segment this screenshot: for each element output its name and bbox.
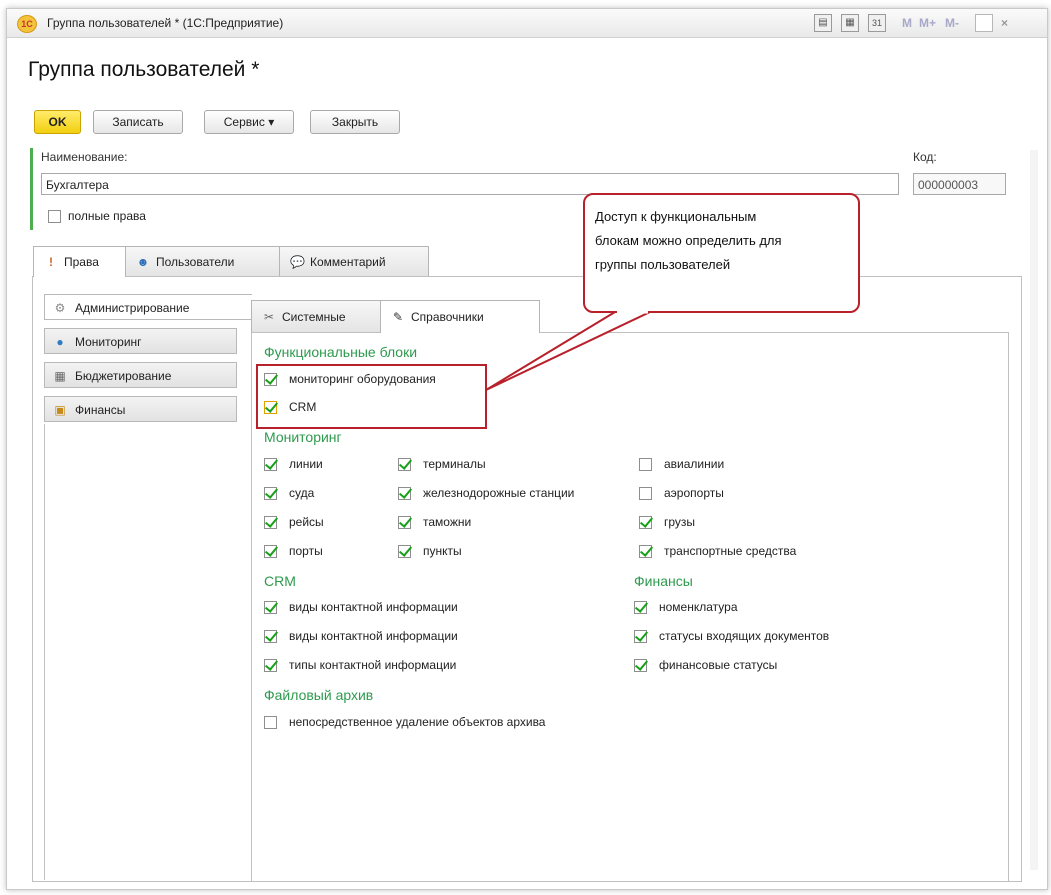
section-file-archive: Файловый архив xyxy=(264,687,374,703)
tab-system[interactable]: ✂ Системные xyxy=(251,300,381,332)
vtab-finance[interactable]: ▣ Финансы xyxy=(44,396,237,422)
label-airlines: авиалинии xyxy=(664,457,725,471)
vtab-administration-label: Администрирование xyxy=(75,301,190,315)
callout-pointer xyxy=(485,310,651,391)
finance-icon: ▣ xyxy=(54,403,66,417)
tab-references-label: Справочники xyxy=(411,310,484,324)
page-title: Группа пользователей * xyxy=(28,58,260,81)
label-ports: порты xyxy=(289,544,323,558)
label-incoming-doc-statuses: статусы входящих документов xyxy=(659,629,830,643)
memory-mplus-button[interactable]: M+ xyxy=(919,16,936,30)
label-contact-info-kinds-2: виды контактной информации xyxy=(289,629,458,643)
tab-comment[interactable]: 💬 Комментарий xyxy=(279,246,429,276)
section-finance: Финансы xyxy=(634,573,693,589)
full-rights-checkbox[interactable] xyxy=(48,210,61,223)
checkbox-contact-info-types[interactable] xyxy=(264,659,277,672)
service-button[interactable]: Сервис ▾ xyxy=(204,110,294,134)
callout-line-2: блокам можно определить для xyxy=(595,233,782,248)
label-cargo: грузы xyxy=(664,515,696,529)
maximize-icon[interactable] xyxy=(975,14,993,32)
code-label: Код: xyxy=(913,150,937,164)
globe-icon: ● xyxy=(56,335,64,349)
checkbox-terminals[interactable] xyxy=(398,458,411,471)
label-financial-statuses: финансовые статусы xyxy=(659,658,778,672)
tab-rights[interactable]: ! Права xyxy=(33,246,126,277)
vtab-monitoring[interactable]: ● Мониторинг xyxy=(44,328,237,354)
callout-line-3: группы пользователей xyxy=(595,257,731,272)
scrollbar[interactable] xyxy=(1030,150,1038,870)
close-button[interactable]: Закрыть xyxy=(310,110,400,134)
label-contact-info-kinds-1: виды контактной информации xyxy=(289,600,458,614)
vtab-panel-border xyxy=(44,424,45,880)
checkbox-airports[interactable] xyxy=(639,487,652,500)
checkbox-incoming-doc-statuses[interactable] xyxy=(634,630,647,643)
checkbox-ships[interactable] xyxy=(264,487,277,500)
checkbox-contact-info-kinds-2[interactable] xyxy=(264,630,277,643)
checkbox-points[interactable] xyxy=(398,545,411,558)
checkbox-airlines[interactable] xyxy=(639,458,652,471)
window-title: Группа пользователей * (1С:Предприятие) xyxy=(47,16,284,30)
vtab-administration[interactable]: ⚙ Администрирование xyxy=(44,294,252,320)
checkbox-financial-statuses[interactable] xyxy=(634,659,647,672)
vtab-budgeting-label: Бюджетирование xyxy=(75,369,172,383)
vtab-monitoring-label: Мониторинг xyxy=(75,335,142,349)
section-monitoring: Мониторинг xyxy=(264,429,342,445)
label-archive-delete: непосредственное удаление объектов архив… xyxy=(289,715,546,729)
vtab-budgeting[interactable]: ▦ Бюджетирование xyxy=(44,362,237,388)
tools-icon: ✂ xyxy=(263,310,275,324)
checkbox-vehicles[interactable] xyxy=(639,545,652,558)
calculator-icon: ▦ xyxy=(54,369,66,383)
label-lines: линии xyxy=(289,457,323,471)
pencil-icon: ✎ xyxy=(392,310,404,324)
tab-users[interactable]: ☻ Пользователи xyxy=(125,246,280,276)
memory-m-button[interactable]: M xyxy=(902,16,912,30)
checkbox-lines[interactable] xyxy=(264,458,277,471)
label-railway-stations: железнодорожные станции xyxy=(423,486,575,500)
name-input[interactable]: Бухгалтера xyxy=(41,173,899,195)
printer-icon[interactable]: ▤ xyxy=(814,14,832,32)
label-nomenclature: номенклатура xyxy=(659,600,738,614)
section-functional-blocks: Функциональные блоки xyxy=(264,344,418,360)
callout-line-1: Доступ к функциональным xyxy=(595,209,757,224)
label-points: пункты xyxy=(423,544,462,558)
calendar-icon[interactable]: 31 xyxy=(868,14,886,32)
tab-users-label: Пользователи xyxy=(156,255,235,269)
label-flights: рейсы xyxy=(289,515,324,529)
close-icon[interactable]: × xyxy=(1001,16,1008,30)
title-bar: 1С Группа пользователей * (1С:Предприяти… xyxy=(7,9,1047,38)
full-rights-label: полные права xyxy=(68,209,146,223)
label-airports: аэропорты xyxy=(664,486,724,500)
required-marker xyxy=(30,148,33,230)
pin-icon: ! xyxy=(49,255,53,269)
users-icon: ☻ xyxy=(136,255,150,269)
checkbox-archive-delete[interactable] xyxy=(264,716,277,729)
memory-mminus-button[interactable]: M- xyxy=(945,16,959,30)
name-label: Наименование: xyxy=(41,150,128,164)
checkbox-flights[interactable] xyxy=(264,516,277,529)
code-input[interactable]: 000000003 xyxy=(913,173,1006,195)
label-contact-info-types: типы контактной информации xyxy=(289,658,457,672)
app-logo: 1С xyxy=(17,15,37,33)
tab-comment-label: Комментарий xyxy=(310,255,386,269)
comment-icon: 💬 xyxy=(290,255,305,269)
label-vehicles: транспортные средства xyxy=(664,544,797,558)
gear-icon: ⚙ xyxy=(54,301,66,315)
checkbox-railway-stations[interactable] xyxy=(398,487,411,500)
calculator-icon[interactable]: ▦ xyxy=(841,14,859,32)
tab-system-label: Системные xyxy=(282,310,346,324)
checkbox-cargo[interactable] xyxy=(639,516,652,529)
checkbox-nomenclature[interactable] xyxy=(634,601,647,614)
checkbox-contact-info-kinds-1[interactable] xyxy=(264,601,277,614)
save-button[interactable]: Записать xyxy=(93,110,183,134)
checkbox-customs[interactable] xyxy=(398,516,411,529)
label-customs: таможни xyxy=(423,515,472,529)
highlight-box xyxy=(256,364,487,429)
tab-rights-label: Права xyxy=(64,255,99,269)
label-terminals: терминалы xyxy=(423,457,486,471)
label-ships: суда xyxy=(289,486,315,500)
vtab-finance-label: Финансы xyxy=(75,403,126,417)
section-crm: CRM xyxy=(264,573,296,589)
ok-button[interactable]: OK xyxy=(34,110,81,134)
checkbox-ports[interactable] xyxy=(264,545,277,558)
